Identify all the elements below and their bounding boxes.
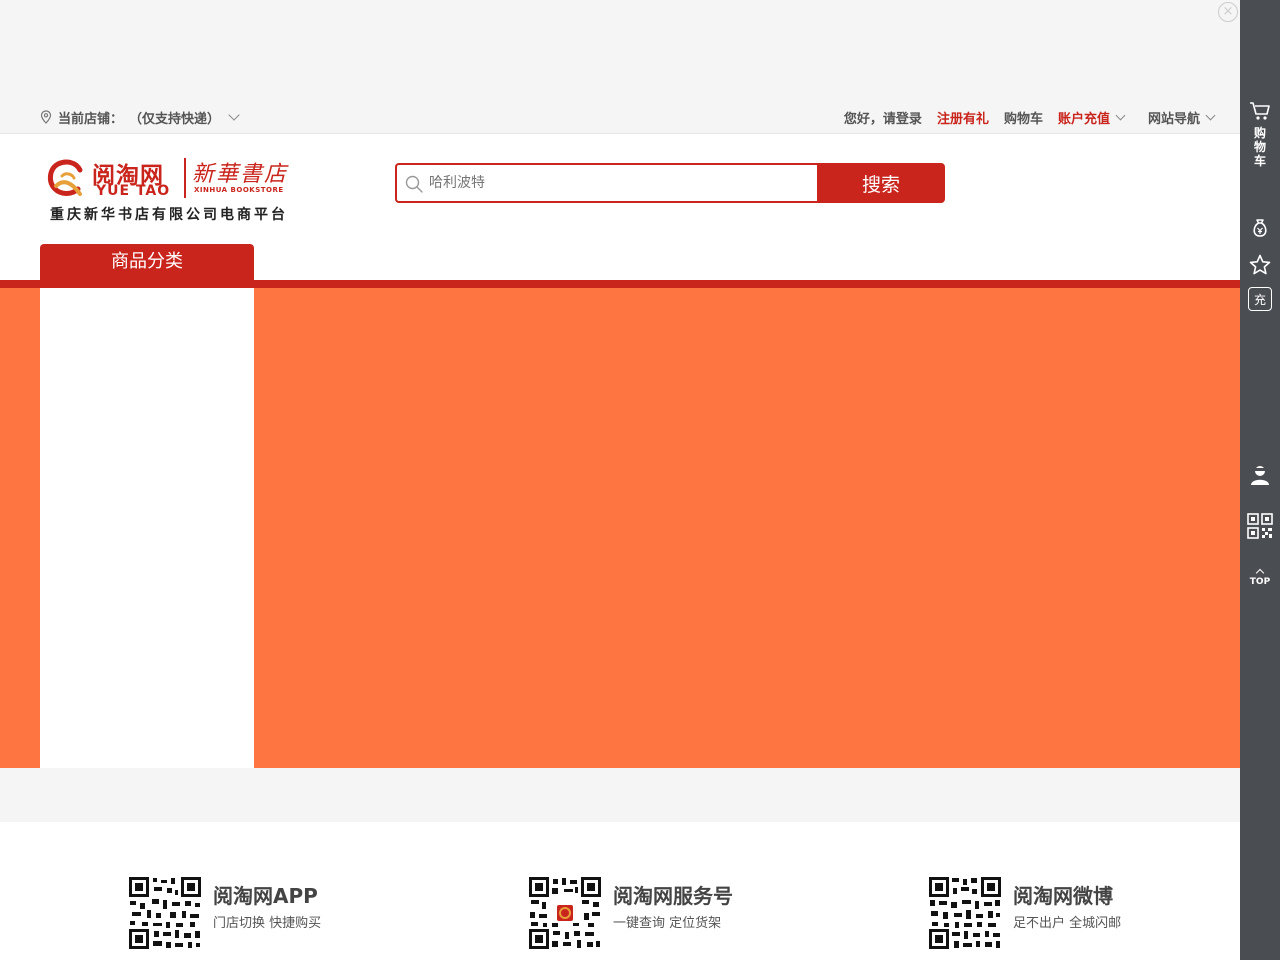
top-links: 您好，请登录 注册有礼 购物车 账户充值 网站导航 [844,100,1216,134]
footer-item-desc: 足不出户 全城闪邮 [1013,916,1122,931]
site-logo[interactable]: 阅淘网 YUE TAO 新華書店 XINHUA BOOKSTORE 重庆新华书店… [46,156,298,223]
footer-item-title: 阅淘网服务号 [613,884,733,908]
app-qr-icon [128,876,202,950]
store-label: 当前店铺： [58,111,124,127]
back-to-top[interactable]: TOP [1240,566,1280,587]
money-bag-icon [1253,219,1267,237]
chevron-down-icon[interactable] [1115,110,1126,120]
sidebar-recharge[interactable]: 充 [1240,287,1280,311]
sidebar-assets[interactable] [1240,217,1280,239]
footer-item-title: 阅淘网微博 [1013,884,1113,908]
utility-bar: 当前店铺： （仅支持快递） 您好，请登录 注册有礼 购物车 账户充值 网站导航 [0,100,1240,134]
logo-xinhua-en: XINHUA BOOKSTORE [194,186,284,194]
store-value[interactable]: （仅支持快递） [129,108,220,127]
sidebar-favorites[interactable] [1240,253,1280,277]
site-nav-link[interactable]: 网站导航 [1148,108,1200,127]
caret-up-icon [1255,568,1265,578]
footer-item-title: 阅淘网APP [213,884,318,908]
weibo-qr-icon [928,876,1002,950]
chevron-down-icon[interactable] [228,109,240,121]
search-bar: 搜索 [395,163,945,203]
right-sidebar: 购物车 充 TOP [1240,0,1280,960]
recharge-icon: 充 [1248,287,1272,311]
search-icon [405,175,423,193]
logo-tagline: 重庆新华书店有限公司电商平台 [50,207,288,223]
sidebar-recharge-label: 充 [1253,292,1266,307]
location-pin-icon [40,110,52,124]
search-input[interactable] [429,171,809,195]
logo-name-en: YUE TAO [96,183,171,199]
footer-item-desc: 一键查询 定位货架 [613,916,722,931]
sidebar-qrcode[interactable] [1240,513,1280,539]
login-link[interactable]: 您好，请登录 [844,108,922,127]
sidebar-service[interactable] [1240,463,1280,487]
footer-item-desc: 门店切换 快捷购买 [213,916,322,931]
customer-service-icon [1251,466,1269,485]
sidebar-cart-label: 购物车 [1253,126,1266,168]
top-ad-banner [0,0,1240,100]
logo-xinhua: 新華書店 [192,162,289,187]
star-icon [1249,254,1271,275]
search-button[interactable]: 搜索 [817,163,945,203]
service-qr-icon [528,876,602,950]
recharge-link[interactable]: 账户充值 [1058,108,1110,127]
cart-icon [1250,102,1270,120]
logo-divider [184,158,186,198]
logo-mark-icon [48,159,83,196]
qrcode-icon [1247,513,1273,539]
footer: 阅淘网APP 门店切换 快捷购买 阅淘网服务号 一键查询 定位货架 阅淘网微博 … [0,822,1240,960]
category-panel [40,288,254,768]
category-tab[interactable]: 商品分类 [40,244,254,280]
cart-link[interactable]: 购物车 [1004,108,1043,127]
search-box [395,163,819,203]
current-store[interactable]: 当前店铺： （仅支持快递） [40,100,240,134]
chevron-down-icon[interactable] [1205,110,1216,120]
nav-divider [0,280,1240,288]
header: 阅淘网 YUE TAO 新華書店 XINHUA BOOKSTORE 重庆新华书店… [0,134,1240,280]
back-to-top-label: TOP [1249,577,1271,587]
ad-close-icon[interactable]: × [1218,2,1238,22]
register-link[interactable]: 注册有礼 [937,108,989,127]
sidebar-cart[interactable]: 购物车 [1240,100,1280,168]
